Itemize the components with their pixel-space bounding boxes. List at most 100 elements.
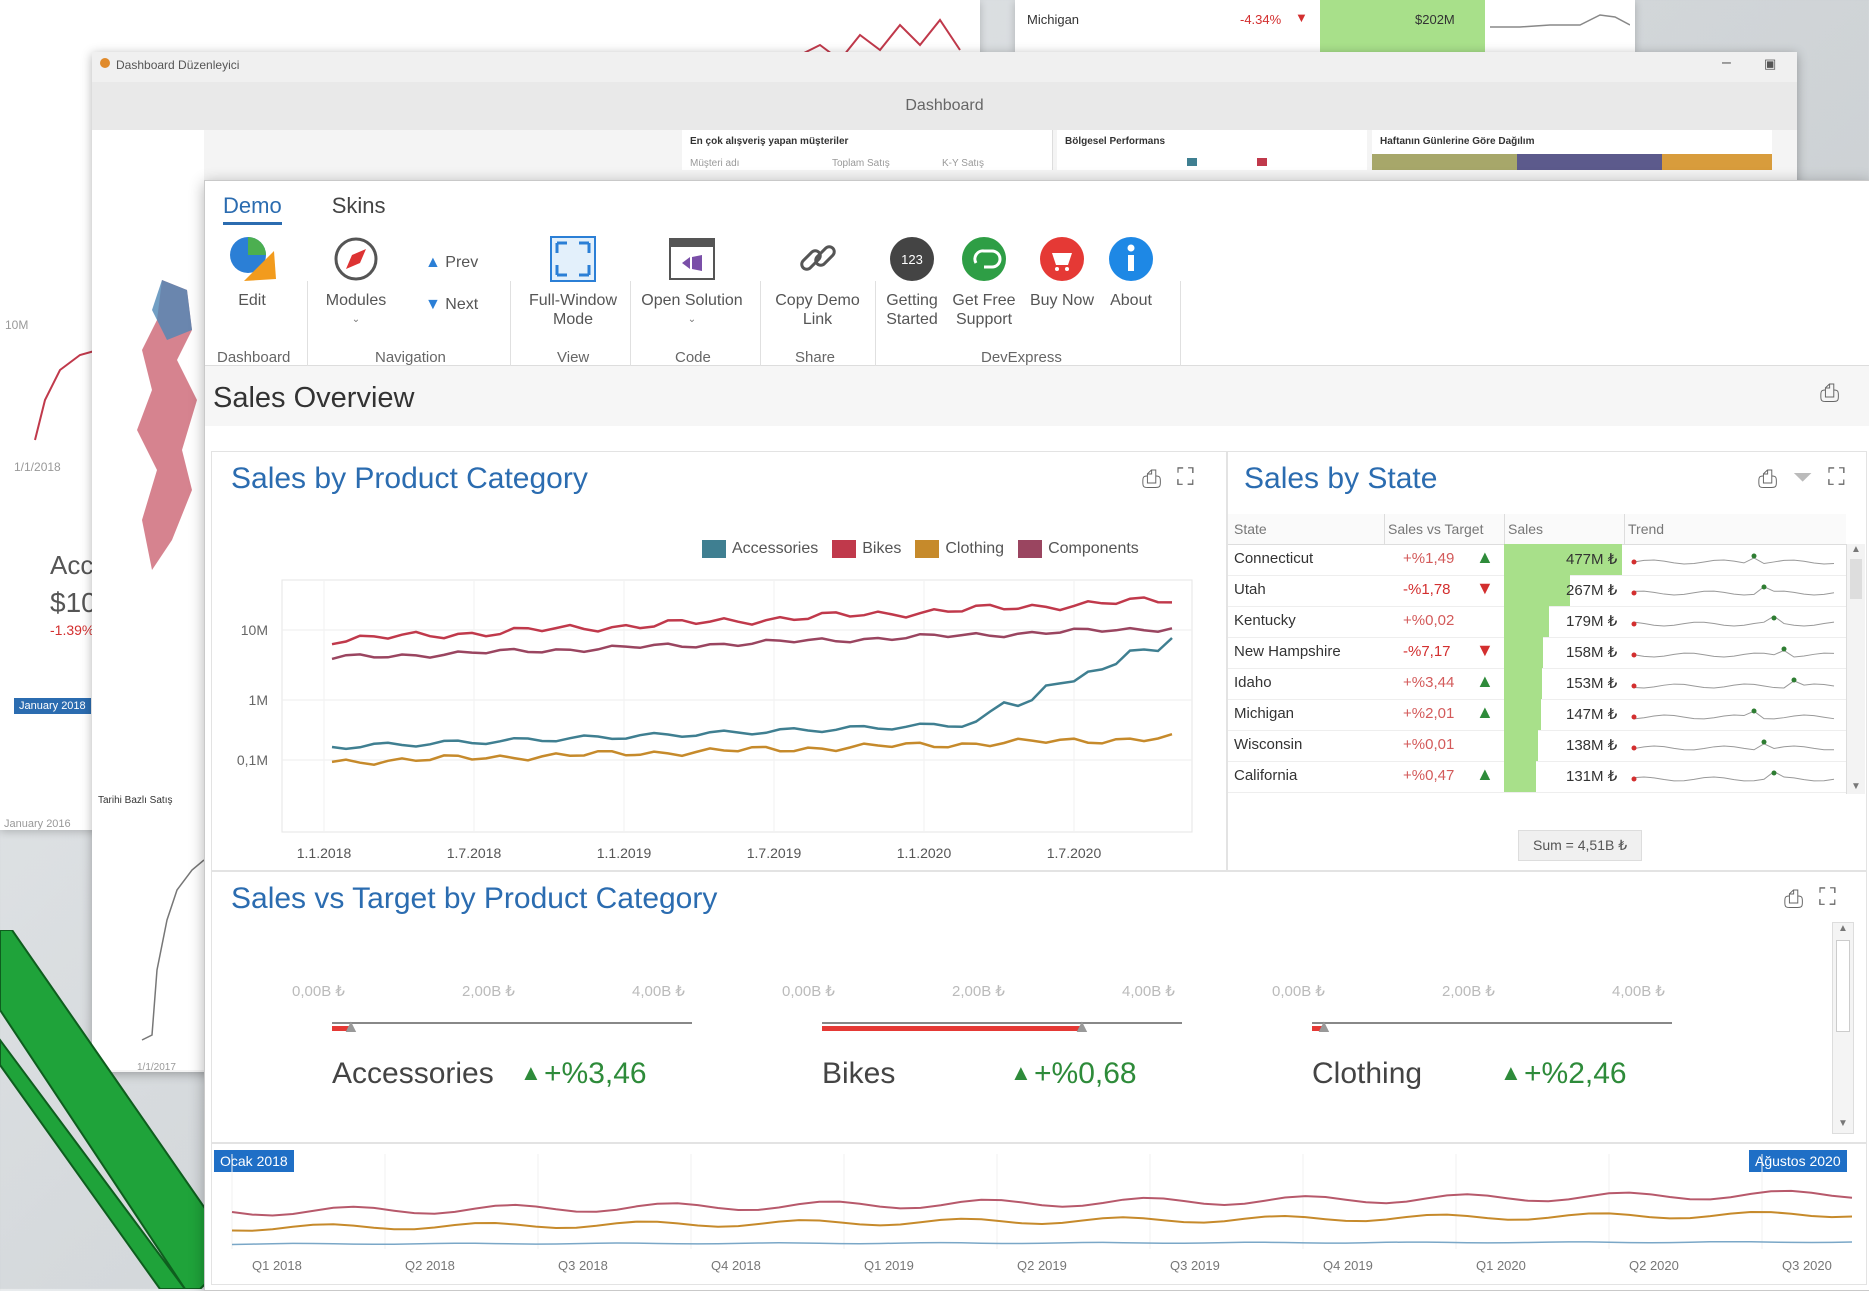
grid-scrollbar[interactable]: ▲ ▼ bbox=[1846, 544, 1865, 794]
gauge-category-name: Clothing bbox=[1312, 1057, 1423, 1090]
table-row[interactable]: Utah -%1,78 ▼ 267M ₺ bbox=[1228, 575, 1846, 607]
table-row[interactable]: Michigan +%2,01 ▲ 147M ₺ bbox=[1228, 699, 1846, 731]
scroll-up-icon[interactable]: ▲ bbox=[1847, 544, 1865, 555]
gauge-axis-line bbox=[1312, 1022, 1672, 1024]
table-row[interactable]: California +%0,47 ▲ 131M ₺ bbox=[1228, 761, 1846, 793]
table-row[interactable]: Kentucky +%0,02 179M ₺ bbox=[1228, 606, 1846, 638]
bg-top-bar bbox=[1320, 0, 1485, 52]
scroll-thumb[interactable] bbox=[1836, 940, 1850, 1032]
triangle-up-icon: ▲ bbox=[1010, 1060, 1032, 1085]
tab-skins[interactable]: Skins bbox=[332, 193, 386, 225]
column-header[interactable]: Sales bbox=[1508, 521, 1543, 537]
legend-label: Accessories bbox=[732, 540, 819, 557]
app-icon bbox=[100, 58, 110, 68]
mid-treemap-a bbox=[1372, 154, 1517, 170]
maximize-icon[interactable]: ⛶ bbox=[1177, 464, 1194, 492]
legend-swatch bbox=[1018, 540, 1043, 558]
table-row[interactable]: Connecticut +%1,49 ▲ 477M ₺ bbox=[1228, 544, 1846, 576]
gauge-marker-icon: ▲ bbox=[1315, 1016, 1333, 1036]
buy-now-button[interactable]: Buy Now bbox=[1027, 233, 1097, 310]
range-quarter-labels: Q1 2018 Q2 2018 Q3 2018 Q4 2018 Q1 2019 Q2 20… bbox=[212, 1256, 1866, 1280]
range-quarter-label: Q1 2020 bbox=[1476, 1258, 1526, 1273]
legend-swatch bbox=[915, 540, 940, 558]
badge-123-text: 123 bbox=[901, 252, 923, 267]
mid-legend-b bbox=[1257, 158, 1267, 166]
sparkline-max-point bbox=[1751, 553, 1757, 559]
legend-item[interactable]: Bikes bbox=[832, 540, 901, 558]
target-scrollbar[interactable]: ▲ ▼ bbox=[1832, 922, 1854, 1134]
triangle-up-icon: ▲ bbox=[1476, 671, 1494, 691]
next-label: Next bbox=[445, 296, 479, 313]
scroll-thumb[interactable] bbox=[1850, 559, 1862, 599]
prev-button[interactable]: ▲ Prev bbox=[425, 253, 505, 272]
column-divider bbox=[1384, 514, 1385, 544]
next-button[interactable]: ▼ Next bbox=[425, 295, 505, 314]
export-icon[interactable]: ⎙ bbox=[1142, 466, 1161, 494]
bg-top-state: Michigan bbox=[1027, 12, 1080, 27]
getting-started-button[interactable]: 123 Getting Started bbox=[881, 233, 943, 329]
table-row[interactable]: Idaho +%3,44 ▲ 153M ₺ bbox=[1228, 668, 1846, 700]
sparkline-start-point bbox=[1631, 683, 1637, 689]
group-devexpress-label: DevExpress bbox=[981, 349, 1062, 366]
cart-icon bbox=[1040, 237, 1084, 281]
export-icon[interactable]: ⎙ bbox=[1758, 466, 1777, 494]
bullet-gauge[interactable]: 0,00B ₺ 2,00B ₺ 4,00B ₺ ▲ Accessories ▲ +%3,46 bbox=[292, 982, 722, 1122]
gauge-axis-line bbox=[332, 1022, 692, 1024]
group-code-label: Code bbox=[675, 349, 711, 366]
mid-panel-weekday: Haftanın Günlerine Göre Dağılım bbox=[1372, 130, 1772, 170]
legend-item[interactable]: Components bbox=[1018, 540, 1139, 558]
sparkline-path bbox=[1633, 680, 1835, 689]
bullet-gauge[interactable]: 0,00B ₺ 2,00B ₺ 4,00B ₺ ▲ Clothing ▲ +%2,46 bbox=[1272, 982, 1702, 1122]
triangle-up-icon: ▲ bbox=[425, 254, 441, 271]
target-panel: Sales vs Target by Product Category ⎙ ⛶ … bbox=[211, 871, 1867, 1143]
sparkline-max-point bbox=[1761, 584, 1767, 590]
tab-demo[interactable]: Demo bbox=[223, 193, 282, 225]
ribbon-tabs: Demo Skins bbox=[223, 193, 385, 225]
scroll-down-icon[interactable]: ▼ bbox=[1833, 1118, 1853, 1129]
free-support-label: Get Free Support bbox=[952, 292, 1016, 328]
legend-item[interactable]: Accessories bbox=[702, 540, 818, 558]
column-header[interactable]: Trend bbox=[1628, 521, 1664, 537]
sparkline-start-point bbox=[1631, 559, 1637, 565]
scroll-down-icon[interactable]: ▼ bbox=[1847, 781, 1865, 792]
scroll-up-icon[interactable]: ▲ bbox=[1833, 923, 1853, 934]
open-solution-button[interactable]: Open Solution ⌄ bbox=[637, 233, 747, 329]
full-window-button[interactable]: Full-Window Mode bbox=[523, 233, 623, 329]
sales-value: 138M ₺ bbox=[1566, 737, 1618, 754]
column-header[interactable]: Sales vs Target bbox=[1388, 521, 1483, 537]
table-row[interactable]: New Hampshire -%7,17 ▼ 158M ₺ bbox=[1228, 637, 1846, 669]
minimize-icon[interactable]: – bbox=[1722, 54, 1731, 72]
restore-icon[interactable]: ▣ bbox=[1764, 56, 1776, 72]
ribbon: Edit Dashboard Modules ⌄ ▲ Prev ▼ Next N… bbox=[205, 233, 1869, 401]
sales-vs-target: +%0,02 bbox=[1403, 612, 1455, 629]
gauge-scale-label: 2,00B ₺ bbox=[462, 983, 515, 1000]
sales-vs-target: -%7,17 bbox=[1403, 643, 1451, 660]
bg-month-tag: January 2018 bbox=[14, 698, 91, 714]
bullet-gauge[interactable]: 0,00B ₺ 2,00B ₺ 4,00B ₺ ▲ Bikes ▲ +%0,68 bbox=[782, 982, 1212, 1122]
sparkline-start-point bbox=[1631, 714, 1637, 720]
state-name: Idaho bbox=[1234, 674, 1272, 691]
triangle-up-icon: ▲ bbox=[1500, 1060, 1522, 1085]
modules-button[interactable]: Modules ⌄ bbox=[321, 233, 391, 329]
mid-col3: K-Y Satış bbox=[942, 158, 985, 169]
gauge-scale-label: 2,00B ₺ bbox=[952, 983, 1005, 1000]
free-support-button[interactable]: Get Free Support bbox=[949, 233, 1019, 329]
dashboard-title-bar: Sales Overview ⎙ bbox=[205, 366, 1869, 426]
range-selector[interactable]: Ocak 2018 Ağustos 2020 Q1 2018 Q2 2018 Q3 … bbox=[211, 1143, 1867, 1285]
trend-sparkline bbox=[1631, 646, 1835, 658]
table-row[interactable]: Wisconsin +%0,01 138M ₺ bbox=[1228, 730, 1846, 762]
filter-icon[interactable]: ⏷ bbox=[1793, 464, 1812, 492]
state-name: Kentucky bbox=[1234, 612, 1296, 629]
legend-item[interactable]: Clothing bbox=[915, 540, 1004, 558]
sales-vs-target: +%3,44 bbox=[1403, 674, 1455, 691]
column-header[interactable]: State bbox=[1234, 521, 1267, 537]
export-icon[interactable]: ⎙ bbox=[1820, 380, 1839, 408]
sales-bar bbox=[1504, 606, 1549, 637]
maximize-icon[interactable]: ⛶ bbox=[1828, 464, 1845, 492]
edit-button[interactable]: Edit bbox=[217, 233, 287, 310]
triangle-down-icon: ▼ bbox=[1476, 578, 1494, 598]
sales-bar bbox=[1504, 761, 1536, 792]
about-button[interactable]: About bbox=[1101, 233, 1161, 310]
copy-demo-link-button[interactable]: Copy Demo Link bbox=[765, 233, 870, 329]
sparkline-start-point bbox=[1631, 652, 1637, 658]
